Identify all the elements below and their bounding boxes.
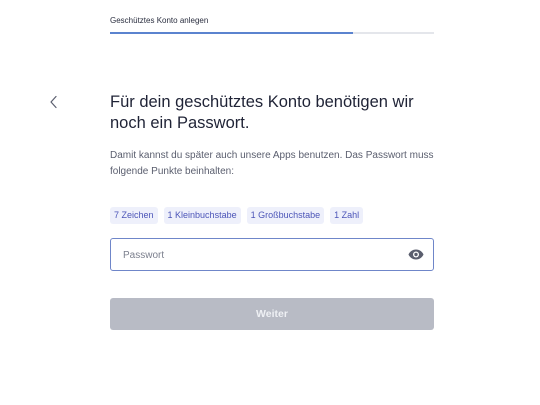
eye-icon (408, 249, 424, 260)
continue-button[interactable]: Weiter (110, 298, 434, 330)
toggle-password-visibility-button[interactable] (408, 248, 424, 261)
chevron-left-icon (50, 95, 57, 109)
progress-stepper: Geschütztes Konto anlegen (110, 15, 434, 34)
password-description: Damit kannst du später auch unsere Apps … (110, 150, 434, 177)
back-button[interactable] (46, 94, 62, 110)
page-title: Für dein geschütztes Konto benötigen wir… (110, 93, 414, 132)
requirement-lowercase: 1 Kleinbuchstabe (163, 207, 241, 224)
progress-label: Geschütztes Konto anlegen (110, 16, 209, 25)
requirement-digit: 1 Zahl (330, 207, 364, 224)
requirement-uppercase: 1 Großbuchstabe (246, 207, 325, 224)
password-field (110, 238, 434, 272)
requirement-min-length: 7 Zeichen (110, 207, 158, 224)
password-requirements: 7 Zeichen 1 Kleinbuchstabe 1 Großbuchsta… (110, 207, 364, 224)
progress-fill (110, 32, 353, 34)
progress-track (110, 32, 434, 34)
password-input[interactable] (121, 239, 405, 272)
